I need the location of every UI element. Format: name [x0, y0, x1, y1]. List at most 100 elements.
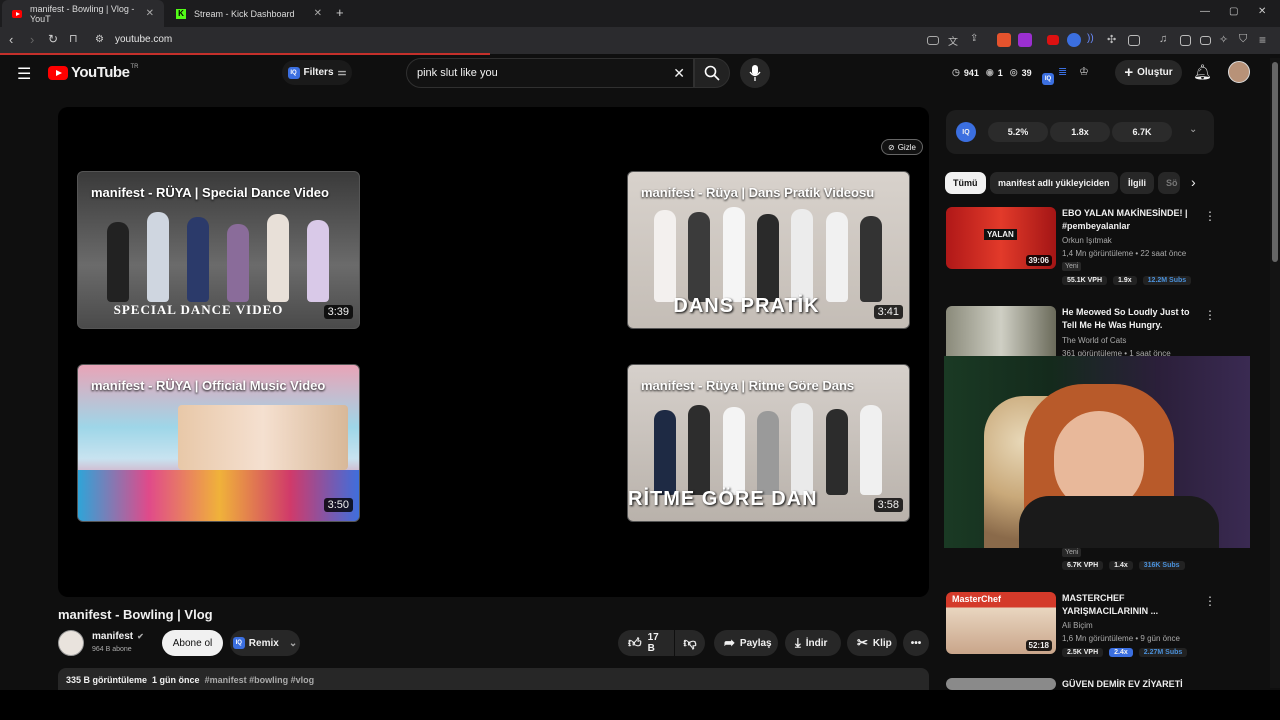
- video-title[interactable]: MASTERCHEF YARIŞMACILARININ ...: [1062, 592, 1192, 618]
- video-title[interactable]: EBO YALAN MAKİNESİNDE! | #pembeyalanlar: [1062, 207, 1192, 233]
- page-scrollbar[interactable]: [1270, 58, 1280, 688]
- more-actions-button[interactable]: •••: [903, 630, 929, 656]
- leo-ai-icon[interactable]: ✧: [1219, 33, 1233, 47]
- video-thumbnail[interactable]: [946, 678, 1056, 690]
- clear-search-icon[interactable]: ✕: [673, 65, 685, 82]
- header-iq-icon[interactable]: IQ: [1042, 67, 1058, 85]
- more-vert-icon[interactable]: ⋮: [1204, 308, 1216, 322]
- channel-avatar[interactable]: [58, 630, 84, 656]
- create-button[interactable]: + Oluştur: [1115, 60, 1182, 85]
- dislike-button[interactable]: 👎︎: [675, 630, 705, 656]
- account-avatar[interactable]: [1228, 61, 1250, 83]
- like-button[interactable]: 👍︎ 17 B: [618, 630, 674, 656]
- chip-related[interactable]: İlgili: [1120, 172, 1154, 194]
- clock-icon: ◷: [952, 67, 960, 77]
- brave-shield-icon[interactable]: [997, 33, 1011, 47]
- recommended-video[interactable]: YALAN 39:06 EBO YALAN MAKİNESİNDE! | #pe…: [946, 207, 1216, 292]
- extension-blue-icon[interactable]: [1067, 33, 1081, 47]
- minimize-icon[interactable]: —: [1200, 6, 1210, 17]
- filters-button[interactable]: IQ Filters ⚌: [282, 60, 352, 85]
- extensions-puzzle-icon[interactable]: ✣: [1107, 33, 1121, 47]
- hashtags[interactable]: #manifest #bowling #vlog: [205, 675, 315, 685]
- screenshot-icon[interactable]: [1128, 35, 1140, 46]
- video-player[interactable]: ⊘ Gizle manifest - RÜYA | Special Dance …: [58, 107, 929, 597]
- video-title[interactable]: GÜVEN DEMİR EV ZİYARETİ: [1062, 678, 1192, 690]
- wallet-icon[interactable]: [1200, 36, 1211, 45]
- recommended-video[interactable]: He Meowed So Loudly Just to Tell Me He W…: [946, 306, 1216, 358]
- extension-wave-icon[interactable]: )): [1087, 33, 1101, 47]
- chevron-down-icon[interactable]: ⌄: [1189, 124, 1197, 135]
- share-button[interactable]: ➦ Paylaş: [714, 630, 778, 656]
- close-tab-icon[interactable]: ✕: [314, 8, 322, 19]
- bookmark-icon[interactable]: ⊓: [69, 32, 78, 45]
- url-field[interactable]: youtube.com: [115, 34, 172, 45]
- channel-name[interactable]: Orkun Işıtmak: [1062, 236, 1112, 245]
- search-button[interactable]: [694, 58, 730, 88]
- chevron-right-icon[interactable]: ›: [1191, 174, 1196, 190]
- hamburger-menu-icon[interactable]: ☰: [17, 64, 31, 84]
- channel-name[interactable]: The World of Cats: [1062, 336, 1126, 345]
- endcard-video[interactable]: manifest - Rüya | Ritme Göre Dans RİTME …: [627, 364, 910, 522]
- search-input[interactable]: pink slut like you ✕: [406, 58, 694, 88]
- iq-icon: IQ: [287, 66, 300, 79]
- share-page-icon[interactable]: ⇪: [970, 33, 984, 47]
- download-button[interactable]: ⤓ İndir: [785, 630, 841, 656]
- reload-icon[interactable]: ↻: [48, 32, 58, 46]
- site-info-icon[interactable]: ⚙: [95, 34, 104, 45]
- hide-endcards-button[interactable]: ⊘ Gizle: [881, 139, 923, 155]
- recommended-video[interactable]: GÜVEN DEMİR EV ZİYARETİ: [946, 678, 1212, 690]
- video-thumbnail[interactable]: MasterChef 52:18: [946, 592, 1056, 654]
- video-title[interactable]: He Meowed So Loudly Just to Tell Me He W…: [1062, 306, 1192, 332]
- notifications-bell-icon[interactable]: 🔔︎: [1193, 63, 1212, 81]
- endcard-video[interactable]: manifest - RÜYA | Official Music Video 3…: [77, 364, 360, 522]
- channel-name[interactable]: Ali Biçim: [1062, 621, 1093, 630]
- thumbnail-figures: [648, 395, 888, 495]
- tab-youtube[interactable]: manifest - Bowling | Vlog - YouT ✕: [2, 0, 164, 27]
- tab-kick[interactable]: K Stream - Kick Dashboard ✕: [166, 0, 332, 27]
- extension-red-icon[interactable]: [1047, 35, 1059, 45]
- menu-icon[interactable]: ≡: [1259, 33, 1273, 47]
- thumbnail-text: YALAN: [984, 229, 1017, 240]
- maximize-icon[interactable]: ▢: [1229, 6, 1238, 17]
- close-window-icon[interactable]: ✕: [1258, 6, 1266, 17]
- logo-region: TR: [130, 63, 139, 70]
- endcard-video[interactable]: manifest - RÜYA | Special Dance Video SP…: [77, 171, 360, 329]
- rewards-icon[interactable]: [1018, 33, 1032, 47]
- chip-more[interactable]: Sö: [1158, 172, 1180, 194]
- channel-name-row[interactable]: manifest ✔: [92, 631, 144, 642]
- endcard-duration: 3:41: [873, 305, 903, 319]
- vpn-icon[interactable]: ⛉: [1239, 33, 1253, 47]
- scrollbar-thumb[interactable]: [1272, 62, 1278, 262]
- more-vert-icon[interactable]: ⋮: [1204, 594, 1216, 608]
- sidebar-icon[interactable]: [1180, 35, 1191, 46]
- voice-search-button[interactable]: [740, 58, 770, 88]
- multiplier-stat: 1.4x: [1109, 561, 1133, 570]
- cast-icon[interactable]: [927, 36, 939, 45]
- forward-icon[interactable]: ›: [30, 32, 34, 47]
- remix-button[interactable]: IQ Remix ⌄: [230, 630, 300, 656]
- video-thumbnail[interactable]: [946, 306, 1056, 356]
- chip-all[interactable]: Tümü: [945, 172, 986, 194]
- clip-button[interactable]: ✂ Klip: [847, 630, 897, 656]
- recommended-video[interactable]: Yeni 6.7K VPH 1.4x 316K Subs: [946, 548, 1212, 576]
- youtube-logo[interactable]: YouTube TR: [48, 64, 138, 81]
- channel-name[interactable]: manifest: [92, 631, 133, 642]
- back-icon[interactable]: ‹: [9, 32, 13, 47]
- video-stats: 6.7K VPH 1.4x 316K Subs: [1062, 561, 1185, 570]
- video-thumbnail[interactable]: YALAN 39:06: [946, 207, 1056, 269]
- recommended-video[interactable]: MasterChef 52:18 MASTERCHEF YARIŞMACILAR…: [946, 592, 1216, 662]
- chip-from-uploader[interactable]: manifest adlı yükleyiciden: [990, 172, 1118, 194]
- translate-icon[interactable]: 文: [948, 33, 962, 48]
- subscribe-button[interactable]: Abone ol: [162, 630, 223, 656]
- endcard-video[interactable]: manifest - Rüya | Dans Pratik Videosu DA…: [627, 171, 910, 329]
- video-title: manifest - Bowling | Vlog: [58, 607, 213, 622]
- endcard-title: manifest - RÜYA | Special Dance Video: [91, 185, 329, 200]
- header-badge-icon[interactable]: ♔: [1079, 65, 1089, 78]
- video-stats: 55.1K VPH 1.9x 12.2M Subs: [1062, 276, 1192, 285]
- header-list-icon[interactable]: ≣: [1058, 65, 1067, 78]
- youtube-favicon-icon: [12, 9, 22, 18]
- close-tab-icon[interactable]: ✕: [146, 8, 154, 19]
- more-vert-icon[interactable]: ⋮: [1204, 209, 1216, 223]
- new-tab-button[interactable]: +: [336, 5, 344, 20]
- media-icon[interactable]: ♫: [1159, 33, 1173, 47]
